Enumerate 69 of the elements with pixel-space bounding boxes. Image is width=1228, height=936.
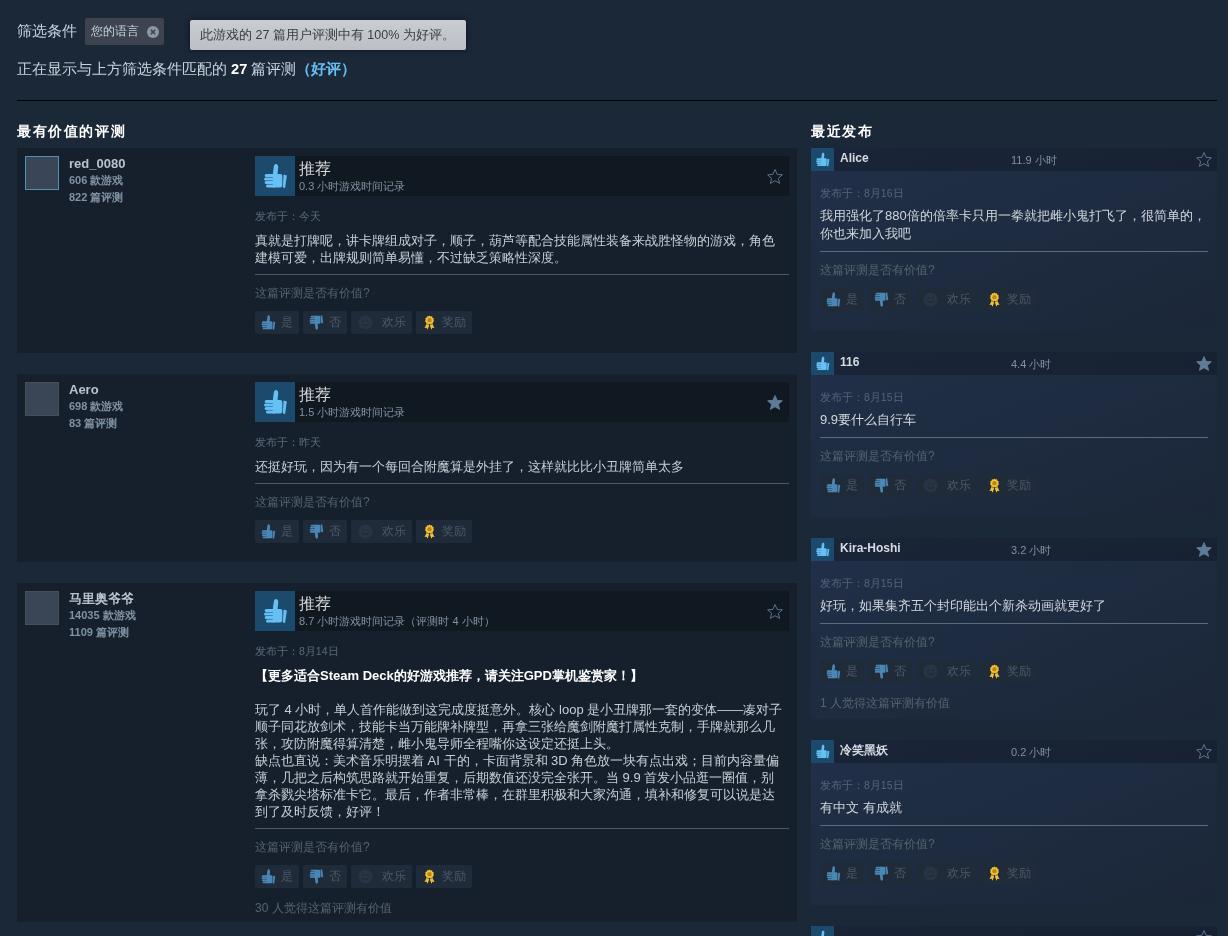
award-icon xyxy=(987,292,1002,307)
filter-chip[interactable]: 您的语言 xyxy=(85,18,164,45)
thumbs-down-icon xyxy=(309,869,324,884)
section-heading: 最近发布 xyxy=(811,125,875,139)
review-headline: 【更多适合Steam Deck的好游戏推荐，请关注GPD掌机鉴赏家！】 xyxy=(255,667,644,684)
avatar-placeholder[interactable] xyxy=(25,156,59,190)
award-icon xyxy=(422,524,437,539)
tooltip: 此游戏的 27 篇用户评测中有 100% 为好评。 xyxy=(190,20,466,50)
verdict-title: 推荐 xyxy=(299,385,331,405)
games-count: 606 款游戏 xyxy=(69,173,124,188)
playtime-text: 0.3 小时游戏时间记录 xyxy=(299,179,406,193)
thumbs-up-icon xyxy=(261,524,276,539)
games-count: 698 款游戏 xyxy=(69,399,124,414)
close-icon[interactable] xyxy=(147,25,159,38)
verdict-title: 推荐 xyxy=(299,594,331,614)
playtime-text: 11.9 小时 xyxy=(1011,152,1057,167)
thumbs-up-icon xyxy=(261,869,276,884)
author-name[interactable]: red_0080 xyxy=(69,156,126,172)
author-name[interactable]: 冷笑黑妖 xyxy=(834,740,1011,757)
review-text: 有中文 有成就 xyxy=(820,799,902,817)
thumbs-up-icon xyxy=(261,315,276,330)
reviews-count: 1109 篇评测 xyxy=(69,625,129,640)
filter-label: 筛选条件 xyxy=(17,22,77,41)
author-name[interactable]: 马里奥爷爷 xyxy=(69,591,134,607)
reviews-count: 822 篇评测 xyxy=(69,190,124,205)
thumbs-down-icon xyxy=(874,664,889,679)
thumbs-down-icon xyxy=(309,315,324,330)
review-text: 9.9要什么自行车 xyxy=(820,411,917,429)
review-text: 好玩，如果集齐五个封印能出个新杀动画就更好了 xyxy=(820,597,1106,615)
award-icon xyxy=(987,478,1002,493)
thumbs-up-icon xyxy=(826,664,841,679)
posted-date: 发布于：昨天 xyxy=(255,435,321,449)
playtime-text: 0.2 小时 xyxy=(1011,744,1052,759)
section-heading: 最有价值的评测 xyxy=(17,125,128,139)
thumbs-down-icon xyxy=(309,524,324,539)
games-count: 14035 款游戏 xyxy=(69,608,136,623)
helpful-count: 30 人觉得这篇评测有价值 xyxy=(255,900,392,916)
thumbs-up-icon xyxy=(826,292,841,307)
helpful-question: 这篇评测是否有价值? xyxy=(255,839,370,855)
posted-date: 发布于：今天 xyxy=(255,209,321,223)
review-text: 我用强化了880倍的倍率卡只用一拳就把雌小鬼打飞了，很简单的，你也来加入我吧 xyxy=(820,207,1207,243)
thumbs-down-icon xyxy=(874,866,889,881)
thumbs-down-icon xyxy=(874,478,889,493)
posted-date: 发布于：8月14日 xyxy=(255,644,339,658)
author-name[interactable]: Aero xyxy=(69,382,99,398)
author-name[interactable]: Kira-Hoshi xyxy=(834,538,1011,555)
review-score-link[interactable]: （好评） xyxy=(296,61,357,77)
author-name[interactable]: Alice xyxy=(834,148,1011,165)
verdict-title: 推荐 xyxy=(299,159,331,179)
playtime-text: 3.2 小时 xyxy=(1011,542,1052,557)
thumbs-down-icon xyxy=(874,292,889,307)
helpful-question: 这篇评测是否有价值? xyxy=(255,494,370,510)
award-icon xyxy=(987,664,1002,679)
thumbs-up-icon xyxy=(826,478,841,493)
playtime-text: 1.5 小时游戏时间记录 xyxy=(299,405,406,419)
award-icon xyxy=(422,869,437,884)
author-name[interactable]: 116 xyxy=(834,352,1011,369)
helpful-question: 这篇评测是否有价值? xyxy=(255,285,370,301)
playtime-text: 4.4 小时 xyxy=(1011,356,1052,371)
summary-text: 正在显示与上方筛选条件匹配的 27 篇评测（好评） xyxy=(17,61,358,77)
award-icon xyxy=(987,866,1002,881)
reviews-count: 83 篇评测 xyxy=(69,416,118,431)
review-text: 玩了 4 小时，单人首作能做到这完成度挺意外。核心 loop 是小丑牌那一套的变体——凑对子顺子同花放剑术，技能卡当万能牌补牌型，再拿三张给魔剑附魔打属性克制，手牌就那么几张，攻防附魔得算清楚，雌小鬼导师全程嘴你这设定还挺上头。 xyxy=(255,701,784,752)
review-text: 缺点也直说：美术音乐明摆着 AI 干的，卡面背景和 3D 角色放一块有点出戏；目前内容量偏薄，几把之后构筑思路就开始重复，后期数值还没完全张开。当 9.9 首发小品逛一圈值，别拿杀戮尖塔标准卡它。最后，作者非常棒，在群里积极和大家沟通，填补和修复可以说是达到了及时反馈，好评！ xyxy=(255,752,781,820)
review-text: 真就是打牌呢，讲卡牌组成对子，顺子，葫芦等配合技能属性装备来战胜怪物的游戏，角色建模可爱，出牌规则简单易懂，不过缺乏策略性深度。 xyxy=(255,232,776,266)
thumbs-up-icon xyxy=(826,866,841,881)
review-text: 还挺好玩，因为有一个每回合附魔算是外挂了，这样就比比小丑牌简单太多 xyxy=(255,458,685,475)
playtime-text: 8.7 小时游戏时间记录（评测时 4 小时） xyxy=(299,614,495,628)
award-icon xyxy=(422,315,437,330)
